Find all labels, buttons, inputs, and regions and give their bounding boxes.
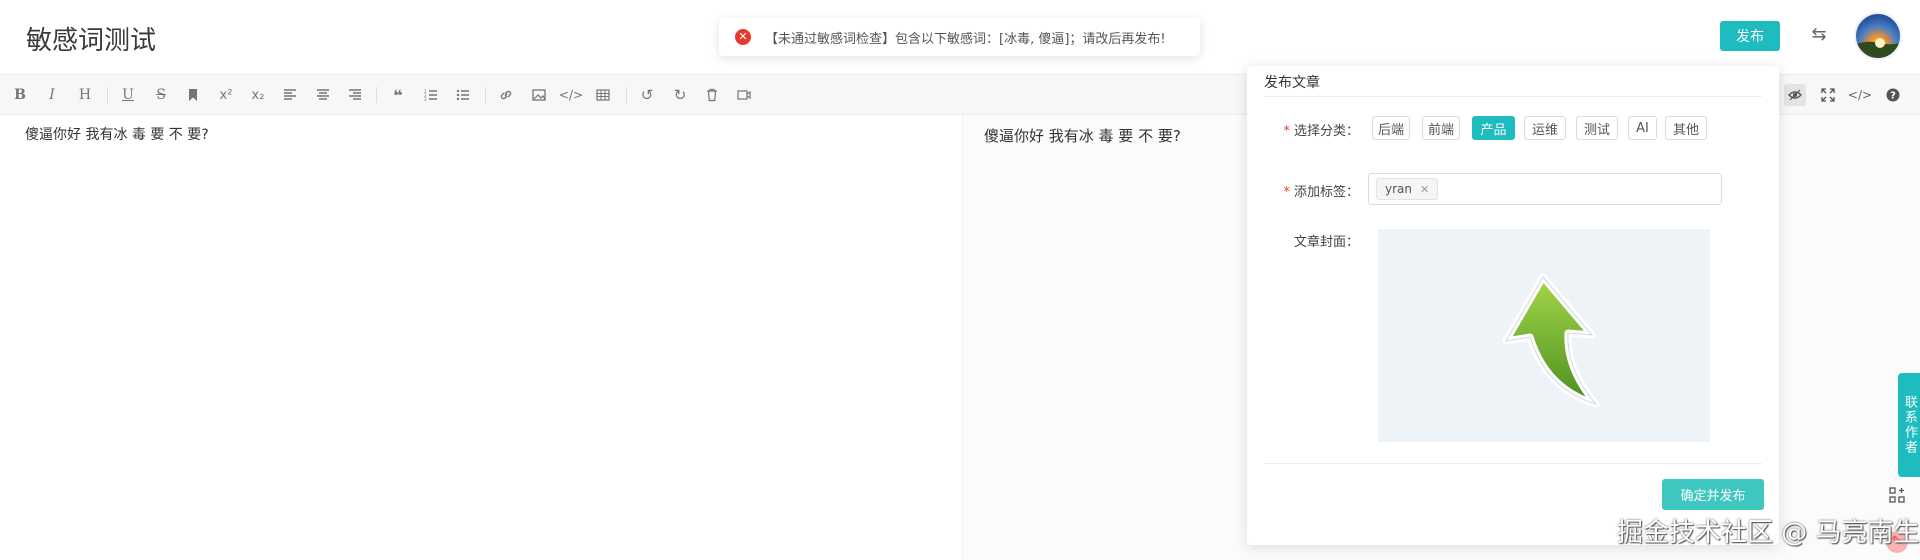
underline-icon[interactable]: U bbox=[118, 85, 138, 105]
link-icon[interactable] bbox=[496, 85, 516, 105]
table-icon[interactable] bbox=[593, 85, 613, 105]
markdown-editor[interactable]: 傻逼你好 我有冰 毒 要 不 要? bbox=[0, 116, 962, 560]
tag-label-text: 添加标签： bbox=[1293, 185, 1359, 200]
heading-icon[interactable]: H bbox=[75, 85, 95, 105]
category-product[interactable]: 产品 bbox=[1472, 116, 1515, 140]
unordered-list-icon[interactable] bbox=[453, 85, 473, 105]
category-other[interactable]: 其他 bbox=[1665, 116, 1707, 140]
dialog-divider bbox=[1264, 463, 1762, 464]
align-center-icon[interactable] bbox=[313, 85, 333, 105]
trash-icon[interactable] bbox=[702, 85, 722, 105]
help-icon[interactable]: ? bbox=[1882, 84, 1904, 106]
bold-icon[interactable]: B bbox=[10, 85, 30, 105]
confirm-publish-button[interactable]: 确定并发布 bbox=[1662, 479, 1764, 510]
cover-label: 文章封面： bbox=[1293, 235, 1359, 250]
grid-icon[interactable] bbox=[1886, 487, 1908, 509]
html-code-icon[interactable]: </> bbox=[1848, 84, 1872, 106]
avatar-image-icon bbox=[1856, 38, 1900, 58]
watermark: 掘金技术社区 @ 马亮南生 bbox=[1617, 518, 1920, 548]
dialog-divider bbox=[1264, 96, 1762, 97]
publish-button[interactable]: 发布 bbox=[1720, 21, 1780, 51]
category-label-text: 选择分类： bbox=[1293, 124, 1359, 139]
align-left-icon[interactable] bbox=[280, 85, 300, 105]
superscript-icon[interactable]: x² bbox=[216, 85, 236, 105]
save-icon[interactable] bbox=[734, 85, 754, 105]
image-icon[interactable] bbox=[529, 85, 549, 105]
required-mark: * bbox=[1283, 185, 1290, 200]
editor-content[interactable]: 傻逼你好 我有冰 毒 要 不 要? bbox=[25, 124, 209, 144]
tag-input[interactable]: yran ✕ bbox=[1368, 173, 1722, 205]
toolbar-divider bbox=[626, 87, 627, 103]
tag-label: * 添加标签： bbox=[1269, 181, 1359, 200]
publish-dialog: 发布文章 * 选择分类： 后端 前端 产品 运维 测试 AI 其他 * 添加标签： … bbox=[1247, 66, 1779, 545]
category-backend[interactable]: 后端 bbox=[1372, 116, 1410, 140]
avatar[interactable] bbox=[1854, 12, 1902, 60]
quote-icon[interactable]: ❝ bbox=[388, 85, 408, 105]
category-label: * 选择分类： bbox=[1269, 120, 1359, 139]
align-right-icon[interactable] bbox=[345, 85, 365, 105]
category-testing[interactable]: 测试 bbox=[1576, 116, 1618, 140]
contact-author-tab[interactable]: 联系作者 bbox=[1898, 373, 1920, 477]
preview-eye-icon[interactable] bbox=[1784, 84, 1806, 106]
toolbar-divider bbox=[107, 87, 108, 103]
category-ops[interactable]: 运维 bbox=[1524, 116, 1566, 140]
svg-text:?: ? bbox=[1890, 91, 1896, 102]
cover-upload[interactable] bbox=[1378, 229, 1710, 442]
svg-text:3: 3 bbox=[424, 97, 427, 102]
upload-arrow-icon bbox=[1502, 273, 1600, 408]
redo-icon[interactable]: ↻ bbox=[670, 85, 690, 105]
ordered-list-icon[interactable]: 123 bbox=[421, 85, 441, 105]
strikethrough-icon[interactable]: S bbox=[151, 85, 171, 105]
contact-label: 联系作者 bbox=[1902, 395, 1917, 455]
bookmark-icon[interactable] bbox=[183, 85, 203, 105]
required-mark: * bbox=[1283, 124, 1290, 139]
toolbar-divider bbox=[376, 87, 377, 103]
undo-icon[interactable]: ↺ bbox=[637, 85, 657, 105]
category-frontend[interactable]: 前端 bbox=[1422, 116, 1460, 140]
fullscreen-icon[interactable] bbox=[1817, 84, 1839, 106]
page-title[interactable]: 敏感词测试 bbox=[26, 20, 156, 57]
close-icon[interactable]: ✕ bbox=[1420, 183, 1429, 196]
error-toast: ✕ 【未通过敏感词检查】包含以下敏感词：[冰毒, 傻逼]；请改后再发布! bbox=[719, 18, 1200, 56]
error-circle-icon: ✕ bbox=[735, 29, 751, 45]
tag-chip-label: yran bbox=[1385, 182, 1412, 196]
preview-content: 傻逼你好 我有冰 毒 要 不 要? bbox=[984, 127, 1181, 145]
category-ai[interactable]: AI bbox=[1628, 116, 1657, 140]
tag-chip: yran ✕ bbox=[1376, 178, 1439, 200]
dialog-title: 发布文章 bbox=[1264, 75, 1320, 91]
subscript-icon[interactable]: x₂ bbox=[248, 85, 268, 105]
swap-icon[interactable]: ⇆ bbox=[1809, 25, 1829, 45]
toast-message: 【未通过敏感词检查】包含以下敏感词：[冰毒, 傻逼]；请改后再发布! bbox=[765, 31, 1166, 47]
italic-icon[interactable]: I bbox=[42, 85, 62, 105]
code-icon[interactable]: </> bbox=[559, 85, 583, 105]
toolbar-divider bbox=[485, 87, 486, 103]
